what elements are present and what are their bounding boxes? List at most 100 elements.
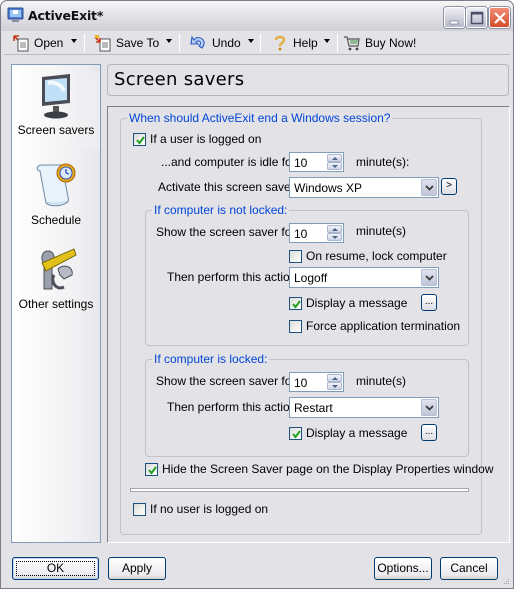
- locked-minutes-value: 10: [294, 376, 308, 390]
- idle-unit-label: minute(s):: [356, 155, 410, 169]
- spin-up-button[interactable]: [327, 225, 342, 233]
- locked-group-legend: If computer is locked:: [152, 352, 270, 366]
- checkmark-icon: [292, 300, 301, 309]
- idle-label: ...and computer is idle for:: [161, 155, 300, 169]
- spin-up-button[interactable]: [327, 154, 342, 162]
- save-to-dropdown-arrow[interactable]: [166, 39, 172, 43]
- idle-minutes-value: 10: [294, 156, 308, 170]
- toolbar: Open Save To Undo Help Buy Now!: [4, 31, 510, 55]
- not-locked-unit-label: minute(s): [356, 224, 407, 238]
- options-button-label: Options...: [377, 561, 429, 575]
- minimize-button[interactable]: [444, 7, 465, 28]
- undo-dropdown-arrow[interactable]: [248, 39, 254, 43]
- toolbar-separator: [179, 34, 180, 52]
- sidebar-item-schedule[interactable]: Schedule: [12, 161, 100, 233]
- toolbar-help-button[interactable]: Help: [271, 33, 318, 53]
- no-user-logged-on-checkbox[interactable]: [133, 503, 146, 516]
- spin-down-button[interactable]: [327, 382, 342, 390]
- window-title: ActiveExit*: [28, 8, 104, 23]
- not-locked-action-label: Then perform this action:: [167, 270, 300, 284]
- not-locked-display-message-checkbox[interactable]: [289, 297, 302, 310]
- ok-button[interactable]: OK: [12, 557, 99, 580]
- screensaver-select[interactable]: Windows XP: [289, 177, 439, 198]
- cancel-button[interactable]: Cancel: [440, 557, 498, 580]
- locked-display-message-checkbox[interactable]: [289, 427, 302, 440]
- locked-show-for-label: Show the screen saver for:: [156, 374, 299, 388]
- chevron-down-icon: [425, 405, 434, 411]
- spin-down-button[interactable]: [327, 162, 342, 170]
- screensaver-select-value: Windows XP: [294, 181, 363, 195]
- sidebar-label: Schedule: [30, 213, 82, 227]
- apply-button-label: Apply: [121, 561, 153, 575]
- help-dropdown-arrow[interactable]: [324, 39, 330, 43]
- undo-icon: [190, 35, 205, 49]
- lock-on-resume-checkbox[interactable]: [289, 250, 302, 263]
- tools-wrench-hammer-icon: [41, 248, 77, 290]
- toolbar-buy-now-button[interactable]: Buy Now!: [343, 33, 416, 53]
- session-group-legend: When should ActiveExit end a Windows ses…: [127, 111, 393, 125]
- page-title: Screen savers: [114, 69, 245, 90]
- content-area: When should ActiveExit end a Windows ses…: [107, 106, 510, 543]
- not-locked-action-select[interactable]: Logoff: [289, 267, 439, 288]
- options-button[interactable]: Options...: [374, 557, 432, 580]
- not-locked-minutes-spinner[interactable]: 10: [289, 223, 344, 243]
- toolbar-separator: [337, 34, 338, 52]
- locked-action-select[interactable]: Restart: [289, 397, 439, 418]
- minimize-icon: [449, 20, 459, 25]
- lock-on-resume-label: On resume, lock computer: [306, 249, 447, 263]
- toolbar-open-button[interactable]: Open: [12, 33, 63, 53]
- title-bar[interactable]: ActiveExit*: [1, 1, 513, 31]
- arrow-down-icon: [332, 236, 338, 239]
- not-locked-show-for-label: Show the screen saver for:: [156, 225, 299, 239]
- screensaver-select-dropdown[interactable]: [421, 179, 437, 196]
- locked-minutes-spinner[interactable]: 10: [289, 372, 344, 392]
- checkmark-icon: [148, 466, 157, 475]
- spin-down-button[interactable]: [327, 233, 342, 241]
- locked-display-message-label: Display a message: [306, 426, 408, 440]
- toolbar-buy-now-label: Buy Now!: [365, 36, 417, 50]
- hide-screensaver-page-label: Hide the Screen Saver page on the Displa…: [162, 462, 494, 476]
- sidebar-label: Screen savers: [17, 123, 95, 137]
- arrow-up-icon: [332, 228, 338, 231]
- app-window: ActiveExit* Open Save To Undo Help Buy N…: [0, 0, 514, 589]
- page-header: Screen savers: [107, 64, 509, 96]
- save-to-icon: [94, 35, 111, 52]
- toolbar-undo-button[interactable]: Undo: [190, 33, 241, 53]
- apply-button[interactable]: Apply: [108, 557, 166, 580]
- locked-action-label: Then perform this action:: [167, 400, 300, 414]
- arrow-down-icon: [332, 165, 338, 168]
- toolbar-save-to-label: Save To: [116, 36, 160, 50]
- not-locked-message-edit-button[interactable]: ...: [421, 294, 437, 311]
- user-logged-on-checkbox[interactable]: [133, 133, 146, 146]
- force-termination-label: Force application termination: [306, 319, 461, 333]
- open-folder-icon: [13, 35, 29, 52]
- not-locked-minutes-value: 10: [294, 227, 308, 241]
- toolbar-separator: [260, 34, 261, 52]
- locked-action-value: Restart: [294, 401, 333, 415]
- maximize-icon: [470, 11, 484, 25]
- sidebar-item-screen-savers[interactable]: Screen savers: [12, 73, 100, 149]
- user-logged-on-label: If a user is logged on: [150, 132, 262, 146]
- resize-grip-icon[interactable]: [502, 577, 510, 585]
- close-button[interactable]: [489, 7, 510, 28]
- maximize-button[interactable]: [466, 7, 487, 28]
- locked-message-edit-button[interactable]: ...: [421, 424, 437, 441]
- preview-screensaver-button[interactable]: >: [441, 178, 457, 195]
- close-icon: [494, 12, 506, 24]
- spin-up-button[interactable]: [327, 374, 342, 382]
- not-locked-action-dropdown[interactable]: [421, 269, 437, 286]
- idle-minutes-spinner[interactable]: 10: [289, 152, 344, 172]
- locked-unit-label: minute(s): [356, 374, 407, 388]
- force-termination-checkbox[interactable]: [289, 320, 302, 333]
- locked-action-dropdown[interactable]: [421, 399, 437, 416]
- hide-screensaver-page-checkbox[interactable]: [145, 463, 158, 476]
- arrow-down-icon: [332, 385, 338, 388]
- sidebar-item-other-settings[interactable]: Other settings: [12, 245, 100, 317]
- arrow-up-icon: [332, 157, 338, 160]
- open-dropdown-arrow[interactable]: [71, 39, 77, 43]
- toolbar-save-to-button[interactable]: Save To: [94, 33, 159, 53]
- shopping-cart-icon: [344, 36, 360, 51]
- settings-panel: Screen savers When should ActiveExit end…: [107, 64, 510, 543]
- chevron-down-icon: [425, 275, 434, 281]
- toolbar-help-label: Help: [293, 36, 318, 50]
